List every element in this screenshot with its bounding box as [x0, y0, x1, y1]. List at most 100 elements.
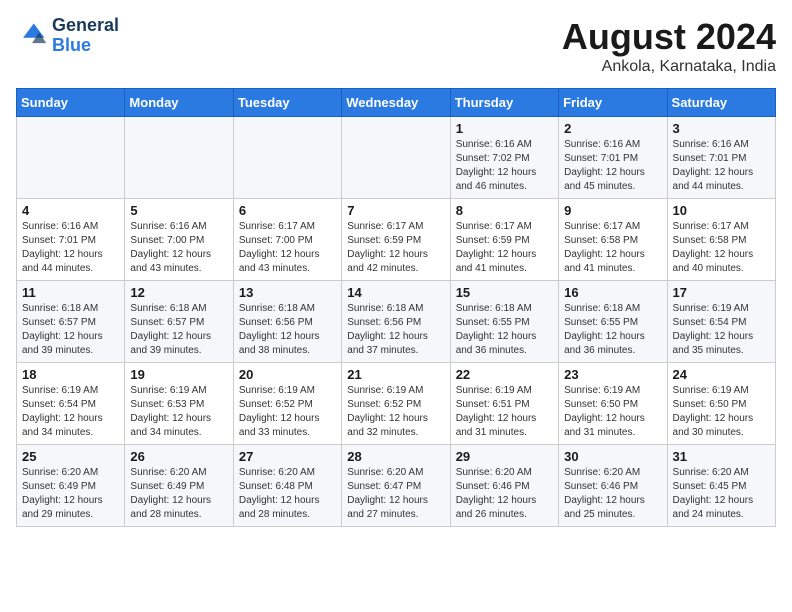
day-number: 13	[239, 285, 336, 300]
calendar-cell: 11 Sunrise: 6:18 AM Sunset: 6:57 PM Dayli…	[17, 281, 125, 363]
calendar-cell: 28Sunrise: 6:20 AM Sunset: 6:47 PM Dayli…	[342, 445, 450, 527]
calendar-cell	[342, 117, 450, 199]
calendar-cell: 9 Sunrise: 6:17 AM Sunset: 6:58 PM Daylig…	[559, 199, 667, 281]
day-info: Sunrise: 6:16 AM Sunset: 7:01 PM Dayligh…	[564, 138, 661, 194]
day-number: 29	[456, 449, 553, 464]
day-info: Sunrise: 6:20 AM Sunset: 6:49 PM Dayligh…	[22, 466, 119, 522]
calendar-week-5: 25Sunrise: 6:20 AM Sunset: 6:49 PM Dayli…	[17, 445, 776, 527]
calendar-cell: 3 Sunrise: 6:16 AM Sunset: 7:01 PM Daylig…	[667, 117, 775, 199]
calendar-week-3: 11 Sunrise: 6:18 AM Sunset: 6:57 PM Dayli…	[17, 281, 776, 363]
day-number: 19	[130, 367, 227, 382]
weekday-header-friday: Friday	[559, 89, 667, 117]
day-number: 23	[564, 367, 661, 382]
day-info: Sunrise: 6:19 AM Sunset: 6:54 PM Dayligh…	[673, 302, 770, 358]
day-info: Sunrise: 6:18 AM Sunset: 6:55 PM Dayligh…	[456, 302, 553, 358]
calendar-week-4: 18 Sunrise: 6:19 AM Sunset: 6:54 PM Dayli…	[17, 363, 776, 445]
calendar-cell: 14 Sunrise: 6:18 AM Sunset: 6:56 PM Dayli…	[342, 281, 450, 363]
day-info: Sunrise: 6:17 AM Sunset: 6:58 PM Dayligh…	[673, 220, 770, 276]
day-info: Sunrise: 6:20 AM Sunset: 6:49 PM Dayligh…	[130, 466, 227, 522]
day-info: Sunrise: 6:17 AM Sunset: 6:58 PM Dayligh…	[564, 220, 661, 276]
day-number: 16	[564, 285, 661, 300]
day-info: Sunrise: 6:17 AM Sunset: 6:59 PM Dayligh…	[456, 220, 553, 276]
logo-text-general: General	[52, 16, 119, 36]
calendar-cell: 10 Sunrise: 6:17 AM Sunset: 6:58 PM Dayli…	[667, 199, 775, 281]
calendar-cell: 17 Sunrise: 6:19 AM Sunset: 6:54 PM Dayli…	[667, 281, 775, 363]
weekday-header-monday: Monday	[125, 89, 233, 117]
page-header: General Blue August 2024 Ankola, Karnata…	[16, 16, 776, 76]
weekday-header-sunday: Sunday	[17, 89, 125, 117]
day-info: Sunrise: 6:16 AM Sunset: 7:00 PM Dayligh…	[130, 220, 227, 276]
weekday-header-thursday: Thursday	[450, 89, 558, 117]
calendar-cell: 22 Sunrise: 6:19 AM Sunset: 6:51 PM Dayli…	[450, 363, 558, 445]
day-info: Sunrise: 6:16 AM Sunset: 7:01 PM Dayligh…	[22, 220, 119, 276]
day-number: 17	[673, 285, 770, 300]
day-number: 8	[456, 203, 553, 218]
day-number: 18	[22, 367, 119, 382]
calendar-cell: 18 Sunrise: 6:19 AM Sunset: 6:54 PM Dayli…	[17, 363, 125, 445]
day-number: 20	[239, 367, 336, 382]
day-number: 30	[564, 449, 661, 464]
day-number: 4	[22, 203, 119, 218]
calendar-cell: 6 Sunrise: 6:17 AM Sunset: 7:00 PM Daylig…	[233, 199, 341, 281]
day-info: Sunrise: 6:18 AM Sunset: 6:56 PM Dayligh…	[239, 302, 336, 358]
weekday-header-wednesday: Wednesday	[342, 89, 450, 117]
day-info: Sunrise: 6:17 AM Sunset: 7:00 PM Dayligh…	[239, 220, 336, 276]
calendar-cell: 26 Sunrise: 6:20 AM Sunset: 6:49 PM Dayli…	[125, 445, 233, 527]
day-info: Sunrise: 6:18 AM Sunset: 6:56 PM Dayligh…	[347, 302, 444, 358]
day-info: Sunrise: 6:20 AM Sunset: 6:48 PM Dayligh…	[239, 466, 336, 522]
day-info: Sunrise: 6:17 AM Sunset: 6:59 PM Dayligh…	[347, 220, 444, 276]
day-info: Sunrise: 6:20 AM Sunset: 6:45 PM Dayligh…	[673, 466, 770, 522]
day-info: Sunrise: 6:18 AM Sunset: 6:55 PM Dayligh…	[564, 302, 661, 358]
day-number: 15	[456, 285, 553, 300]
title-block: August 2024 Ankola, Karnataka, India	[562, 16, 776, 76]
weekday-header-tuesday: Tuesday	[233, 89, 341, 117]
day-number: 27	[239, 449, 336, 464]
calendar-cell: 7 Sunrise: 6:17 AM Sunset: 6:59 PM Daylig…	[342, 199, 450, 281]
calendar-cell: 21 Sunrise: 6:19 AM Sunset: 6:52 PM Dayli…	[342, 363, 450, 445]
calendar-cell: 16 Sunrise: 6:18 AM Sunset: 6:55 PM Dayli…	[559, 281, 667, 363]
calendar-cell: 13 Sunrise: 6:18 AM Sunset: 6:56 PM Dayli…	[233, 281, 341, 363]
calendar-cell: 19 Sunrise: 6:19 AM Sunset: 6:53 PM Dayli…	[125, 363, 233, 445]
day-number: 22	[456, 367, 553, 382]
day-number: 7	[347, 203, 444, 218]
calendar-cell	[233, 117, 341, 199]
calendar-week-2: 4 Sunrise: 6:16 AM Sunset: 7:01 PM Daylig…	[17, 199, 776, 281]
calendar-cell: 2Sunrise: 6:16 AM Sunset: 7:01 PM Daylig…	[559, 117, 667, 199]
calendar-cell: 12Sunrise: 6:18 AM Sunset: 6:57 PM Dayli…	[125, 281, 233, 363]
day-number: 11	[22, 285, 119, 300]
day-info: Sunrise: 6:19 AM Sunset: 6:50 PM Dayligh…	[564, 384, 661, 440]
calendar-cell	[125, 117, 233, 199]
day-info: Sunrise: 6:16 AM Sunset: 7:02 PM Dayligh…	[456, 138, 553, 194]
day-number: 24	[673, 367, 770, 382]
day-info: Sunrise: 6:18 AM Sunset: 6:57 PM Dayligh…	[22, 302, 119, 358]
day-info: Sunrise: 6:19 AM Sunset: 6:53 PM Dayligh…	[130, 384, 227, 440]
main-title: August 2024	[562, 16, 776, 58]
subtitle: Ankola, Karnataka, India	[562, 58, 776, 76]
day-number: 5	[130, 203, 227, 218]
weekday-header-saturday: Saturday	[667, 89, 775, 117]
logo: General Blue	[16, 16, 119, 56]
calendar-cell: 4 Sunrise: 6:16 AM Sunset: 7:01 PM Daylig…	[17, 199, 125, 281]
day-number: 1	[456, 121, 553, 136]
weekday-header-row: SundayMondayTuesdayWednesdayThursdayFrid…	[17, 89, 776, 117]
day-number: 9	[564, 203, 661, 218]
calendar-week-1: 1 Sunrise: 6:16 AM Sunset: 7:02 PM Daylig…	[17, 117, 776, 199]
calendar-cell: 29 Sunrise: 6:20 AM Sunset: 6:46 PM Dayli…	[450, 445, 558, 527]
day-info: Sunrise: 6:19 AM Sunset: 6:52 PM Dayligh…	[347, 384, 444, 440]
logo-text-blue: Blue	[52, 36, 119, 56]
calendar-table: SundayMondayTuesdayWednesdayThursdayFrid…	[16, 88, 776, 527]
day-number: 21	[347, 367, 444, 382]
day-info: Sunrise: 6:19 AM Sunset: 6:54 PM Dayligh…	[22, 384, 119, 440]
day-number: 10	[673, 203, 770, 218]
day-info: Sunrise: 6:16 AM Sunset: 7:01 PM Dayligh…	[673, 138, 770, 194]
day-info: Sunrise: 6:20 AM Sunset: 6:46 PM Dayligh…	[456, 466, 553, 522]
day-info: Sunrise: 6:19 AM Sunset: 6:51 PM Dayligh…	[456, 384, 553, 440]
day-number: 3	[673, 121, 770, 136]
day-number: 26	[130, 449, 227, 464]
day-info: Sunrise: 6:20 AM Sunset: 6:47 PM Dayligh…	[347, 466, 444, 522]
day-number: 14	[347, 285, 444, 300]
calendar-cell: 23 Sunrise: 6:19 AM Sunset: 6:50 PM Dayli…	[559, 363, 667, 445]
day-info: Sunrise: 6:19 AM Sunset: 6:52 PM Dayligh…	[239, 384, 336, 440]
calendar-cell	[17, 117, 125, 199]
day-number: 6	[239, 203, 336, 218]
